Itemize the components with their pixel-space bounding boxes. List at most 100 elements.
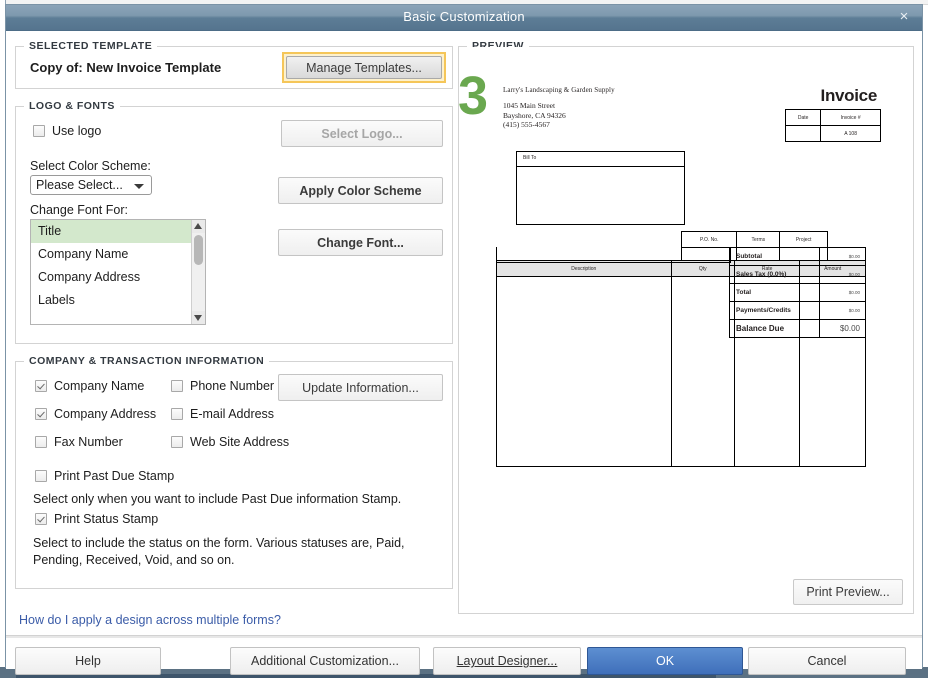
past-due-help-text: Select only when you want to include Pas… — [33, 492, 402, 506]
use-logo-checkbox-row[interactable]: Use logo — [33, 124, 101, 138]
company-address-label: Company Address — [54, 407, 157, 421]
total-amount: $0.00 — [819, 283, 866, 302]
invoice-bill-to-header: Bill To — [517, 152, 684, 167]
listbox-scrollbar[interactable] — [191, 220, 205, 324]
change-font-for-listbox[interactable]: Title Company Name Company Address Label… — [30, 219, 206, 325]
layout-designer-label: Layout Designer... — [456, 654, 558, 668]
table-row: Balance Due $0.00 — [728, 319, 866, 338]
invoice-title: Invoice — [820, 86, 878, 105]
list-item[interactable]: Company Name — [31, 243, 194, 266]
status-stamp-help-text: Select to include the status on the form… — [33, 536, 405, 567]
date-header: Date — [784, 109, 822, 126]
invoice-bill-to-label: Bill To — [523, 155, 537, 161]
invoice-totals-table: Subtotal $0.00 Sales Tax (0.0%) $0.00 To… — [728, 247, 866, 338]
balance-due-amount: $0.00 — [819, 319, 866, 338]
invoice-bill-to-box: Bill To — [516, 151, 685, 225]
phone-number-checkbox[interactable] — [171, 380, 183, 392]
invoice-address-line2: Bayshore, CA 94326 — [503, 110, 566, 120]
company-name-label: Company Name — [54, 379, 145, 393]
email-address-checkbox-row[interactable]: E-mail Address — [171, 407, 274, 421]
scroll-down-arrow-icon[interactable] — [192, 311, 205, 324]
list-item[interactable]: Title — [31, 220, 194, 243]
list-item[interactable]: Labels — [31, 289, 194, 312]
dialog-body: SELECTED TEMPLATE Copy of: New Invoice T… — [6, 31, 922, 675]
basic-customization-dialog: Basic Customization × SELECTED TEMPLATE … — [5, 4, 923, 675]
settings-column: SELECTED TEMPLATE Copy of: New Invoice T… — [15, 37, 453, 627]
layout-designer-button[interactable]: Layout Designer... — [433, 647, 581, 675]
logo-fonts-group-title: LOGO & FONTS — [24, 100, 120, 112]
scrollbar-thumb[interactable] — [194, 235, 203, 265]
invoice-preview-document: Larry's Landscaping & Garden Supply 1045… — [459, 47, 913, 613]
dialog-title: Basic Customization — [403, 9, 525, 24]
web-site-address-checkbox[interactable] — [171, 436, 183, 448]
change-font-button[interactable]: Change Font... — [278, 229, 443, 256]
footer-bar: Help Additional Customization... Layout … — [6, 637, 922, 675]
phone-number-checkbox-row[interactable]: Phone Number — [171, 379, 274, 393]
design-across-forms-link[interactable]: How do I apply a design across multiple … — [19, 613, 281, 627]
company-transaction-group-title: COMPANY & TRANSACTION INFORMATION — [24, 355, 270, 367]
table-row: A 108 — [784, 125, 881, 142]
qty-cell — [670, 276, 735, 467]
help-button[interactable]: Help — [15, 647, 161, 675]
select-logo-button[interactable]: Select Logo... — [281, 120, 443, 147]
color-scheme-select[interactable]: Please Select... — [30, 175, 152, 195]
table-row: Payments/Credits $0.00 — [728, 301, 866, 320]
payments-credits-label: Payments/Credits — [728, 301, 821, 320]
print-status-stamp-checkbox-row[interactable]: Print Status Stamp — [35, 512, 158, 526]
additional-customization-button[interactable]: Additional Customization... — [230, 647, 420, 675]
company-name-checkbox[interactable] — [35, 380, 47, 392]
company-address-checkbox[interactable] — [35, 408, 47, 420]
cancel-button[interactable]: Cancel — [748, 647, 906, 675]
company-address-checkbox-row[interactable]: Company Address — [35, 407, 156, 421]
po-number-header: P.O. No. — [680, 231, 738, 248]
web-site-address-label: Web Site Address — [190, 435, 290, 449]
total-label: Total — [728, 283, 821, 302]
fax-number-checkbox-row[interactable]: Fax Number — [35, 435, 123, 449]
list-item[interactable]: Company Address — [31, 266, 194, 289]
invoice-company-address: 1045 Main Street Bayshore, CA 94326 (415… — [503, 101, 566, 130]
terms-header: Terms — [736, 231, 781, 248]
apply-color-scheme-button[interactable]: Apply Color Scheme — [278, 177, 443, 204]
invoice-number-header: Invoice # — [820, 109, 881, 126]
fax-number-label: Fax Number — [54, 435, 123, 449]
company-name-checkbox-row[interactable]: Company Name — [35, 379, 144, 393]
invoice-company-name: Larry's Landscaping & Garden Supply — [503, 86, 615, 94]
logo-fonts-group: LOGO & FONTS Use logo Select Logo... Sel… — [15, 100, 453, 344]
use-logo-checkbox[interactable] — [33, 125, 45, 137]
table-row: Sales Tax (0.0%) $0.00 — [728, 265, 866, 284]
color-scheme-value: Please Select... — [36, 178, 123, 192]
select-color-scheme-label: Select Color Scheme: — [30, 159, 151, 173]
payments-credits-amount: $0.00 — [819, 301, 866, 320]
date-value — [784, 125, 822, 142]
print-past-due-stamp-checkbox[interactable] — [35, 470, 47, 482]
print-status-stamp-label: Print Status Stamp — [54, 512, 159, 526]
update-information-button[interactable]: Update Information... — [278, 374, 443, 401]
subtotal-label: Subtotal — [728, 247, 821, 266]
preview-column: PREVIEW Larry's Landscaping & Garden Sup… — [458, 37, 914, 614]
print-status-stamp-checkbox[interactable] — [35, 513, 47, 525]
project-header: Project — [779, 231, 828, 248]
manage-templates-button[interactable]: Manage Templates... — [286, 56, 442, 79]
invoice-address-line1: 1045 Main Street — [503, 101, 556, 110]
use-logo-label: Use logo — [52, 124, 102, 138]
selected-template-group: SELECTED TEMPLATE Copy of: New Invoice T… — [15, 40, 453, 89]
selected-template-name: Copy of: New Invoice Template — [30, 60, 222, 75]
print-past-due-stamp-checkbox-row[interactable]: Print Past Due Stamp — [35, 469, 174, 483]
ok-button[interactable]: OK — [587, 647, 743, 675]
scroll-up-arrow-icon[interactable] — [192, 220, 205, 233]
web-site-address-checkbox-row[interactable]: Web Site Address — [171, 435, 289, 449]
sales-tax-amount: $0.00 — [819, 265, 866, 284]
sales-tax-label: Sales Tax (0.0%) — [728, 265, 821, 284]
invoice-date-table: Date Invoice # A 108 — [784, 109, 881, 142]
table-row: Date Invoice # — [784, 109, 881, 126]
table-row: Subtotal $0.00 — [728, 247, 866, 266]
phone-number-label: Phone Number — [190, 379, 275, 393]
table-row: P.O. No. Terms Project — [680, 231, 828, 248]
fax-number-checkbox[interactable] — [35, 436, 47, 448]
dialog-title-bar: Basic Customization × — [6, 5, 922, 31]
email-address-checkbox[interactable] — [171, 408, 183, 420]
manage-templates-highlight: Manage Templates... — [282, 52, 446, 83]
company-transaction-group: COMPANY & TRANSACTION INFORMATION Compan… — [15, 355, 453, 589]
close-icon[interactable]: × — [895, 8, 913, 26]
print-preview-button[interactable]: Print Preview... — [793, 579, 903, 605]
